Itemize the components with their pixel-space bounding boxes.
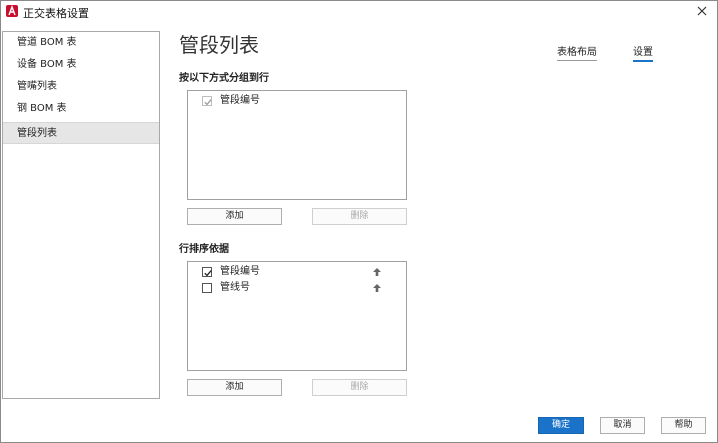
sort-rows-label: 行排序依据	[179, 244, 229, 255]
sidebar-item-piping-bom[interactable]: 管道 BOM 表	[3, 32, 159, 54]
sidebar-item-nozzle-list[interactable]: 管嘴列表	[3, 76, 159, 98]
tab-settings[interactable]: 设置	[633, 43, 653, 62]
tab-table-layout[interactable]: 表格布局	[557, 43, 597, 61]
add-group-button[interactable]: 添加	[187, 208, 282, 225]
page-title: 管段列表	[179, 33, 259, 57]
close-icon[interactable]	[695, 4, 709, 18]
checkbox[interactable]	[202, 267, 212, 277]
list-item-label: 管段编号	[220, 95, 260, 106]
ok-button[interactable]: 确定	[538, 417, 584, 434]
sidebar-item-steel-bom[interactable]: 钢 BOM 表	[3, 98, 159, 120]
checkbox[interactable]	[202, 96, 212, 106]
sidebar-item-equipment-bom[interactable]: 设备 BOM 表	[3, 54, 159, 76]
add-sort-button[interactable]: 添加	[187, 379, 282, 396]
delete-group-button[interactable]: 删除	[312, 208, 407, 225]
window-title: 正交表格设置	[23, 7, 89, 20]
group-rows-label: 按以下方式分组到行	[179, 73, 269, 84]
group-rows-list: 管段编号	[187, 90, 407, 200]
title-bar: 正交表格设置	[1, 1, 717, 23]
arrow-up-icon[interactable]	[372, 283, 382, 293]
list-item-label: 管段编号	[220, 266, 260, 277]
dialog-window: 正交表格设置 管道 BOM 表 设备 BOM 表 管嘴列表 钢 BOM 表 管段…	[0, 0, 718, 443]
delete-sort-button[interactable]: 删除	[312, 379, 407, 396]
sidebar: 管道 BOM 表 设备 BOM 表 管嘴列表 钢 BOM 表 管段列表	[2, 31, 160, 399]
arrow-up-icon[interactable]	[372, 267, 382, 277]
help-button[interactable]: 帮助	[661, 417, 706, 434]
list-item-label: 管线号	[220, 282, 250, 293]
app-logo-icon	[6, 5, 18, 17]
sort-rows-list: 管段编号 管线号	[187, 261, 407, 371]
list-item[interactable]: 管线号	[202, 280, 402, 296]
sidebar-item-spool-list[interactable]: 管段列表	[3, 122, 159, 144]
cancel-button[interactable]: 取消	[600, 417, 645, 434]
checkbox[interactable]	[202, 283, 212, 293]
list-item[interactable]: 管段编号	[202, 264, 402, 280]
